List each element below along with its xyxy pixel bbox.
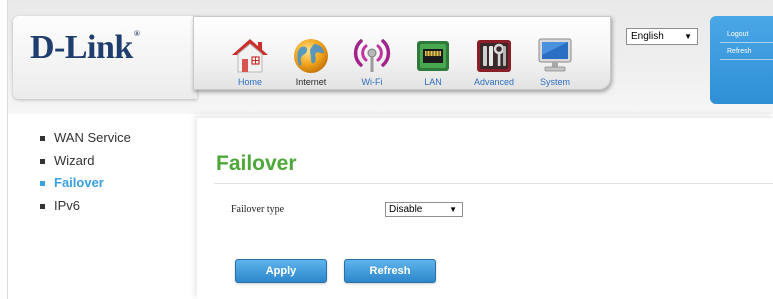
refresh-button[interactable]: Refresh <box>344 259 436 283</box>
lan-port-icon <box>413 35 453 75</box>
bullet-icon <box>40 158 45 164</box>
chevron-down-icon: ▼ <box>684 32 692 41</box>
bullet-icon <box>40 136 45 141</box>
nav-item-lan[interactable]: LAN <box>403 35 463 99</box>
nav-label-advanced: Advanced <box>473 77 515 87</box>
sidebar-item-wizard[interactable]: Wizard <box>40 152 131 175</box>
nav-item-wifi[interactable]: Wi-Fi <box>342 35 402 99</box>
sidebar-item-label: IPv6 <box>54 197 81 213</box>
failover-type-value: Disable <box>389 204 423 215</box>
globe-icon <box>291 35 331 75</box>
account-divider <box>720 59 773 60</box>
language-select[interactable]: English ▼ <box>626 28 698 45</box>
sidebar-item-label: Wizard <box>54 152 95 168</box>
sidebar-item-label: WAN Service <box>54 130 131 145</box>
brand-logo: D-Link® <box>30 27 140 69</box>
sidebar-item-label: Failover <box>54 175 104 190</box>
page-title: Failover <box>216 152 297 175</box>
tools-icon <box>474 35 514 75</box>
brand-name: D-Link <box>30 29 133 66</box>
nav-label-wifi: Wi-Fi <box>361 77 383 87</box>
sidebar-item-ipv6[interactable]: IPv6 <box>40 197 131 220</box>
title-divider <box>214 183 773 184</box>
logout-link[interactable]: Logout <box>727 31 748 38</box>
account-divider <box>720 42 773 43</box>
nav-label-home: Home <box>237 77 262 87</box>
home-icon <box>230 35 270 75</box>
account-panel: Logout Refresh <box>710 16 773 104</box>
nav-item-internet[interactable]: Internet <box>281 35 341 99</box>
registered-mark: ® <box>133 29 140 38</box>
nav-label-system: System <box>539 77 570 87</box>
wifi-icon <box>352 35 392 75</box>
language-select-value: English <box>631 31 664 42</box>
nav-item-system[interactable]: System <box>525 35 585 99</box>
chevron-down-icon: ▼ <box>449 205 457 214</box>
nav-label-lan: LAN <box>424 77 442 87</box>
apply-button[interactable]: Apply <box>235 259 327 283</box>
nav-item-home[interactable]: Home <box>220 35 280 99</box>
sidebar-item-failover[interactable]: Failover <box>40 174 131 197</box>
bullet-icon <box>40 181 45 186</box>
sidebar-menu: WAN Service Wizard Failover IPv6 <box>40 129 131 219</box>
bullet-icon <box>40 203 45 209</box>
monitor-icon <box>535 35 575 75</box>
failover-type-select[interactable]: Disable ▼ <box>385 202 463 217</box>
nav-label-internet: Internet <box>295 77 327 87</box>
failover-type-label: Failover type <box>231 204 285 215</box>
main-nav-bar: Home Internet Wi-Fi LAN Advanced System <box>193 16 611 90</box>
refresh-link[interactable]: Refresh <box>727 48 752 55</box>
nav-item-advanced[interactable]: Advanced <box>464 35 524 99</box>
sidebar-item-wan-service[interactable]: WAN Service <box>40 129 131 152</box>
